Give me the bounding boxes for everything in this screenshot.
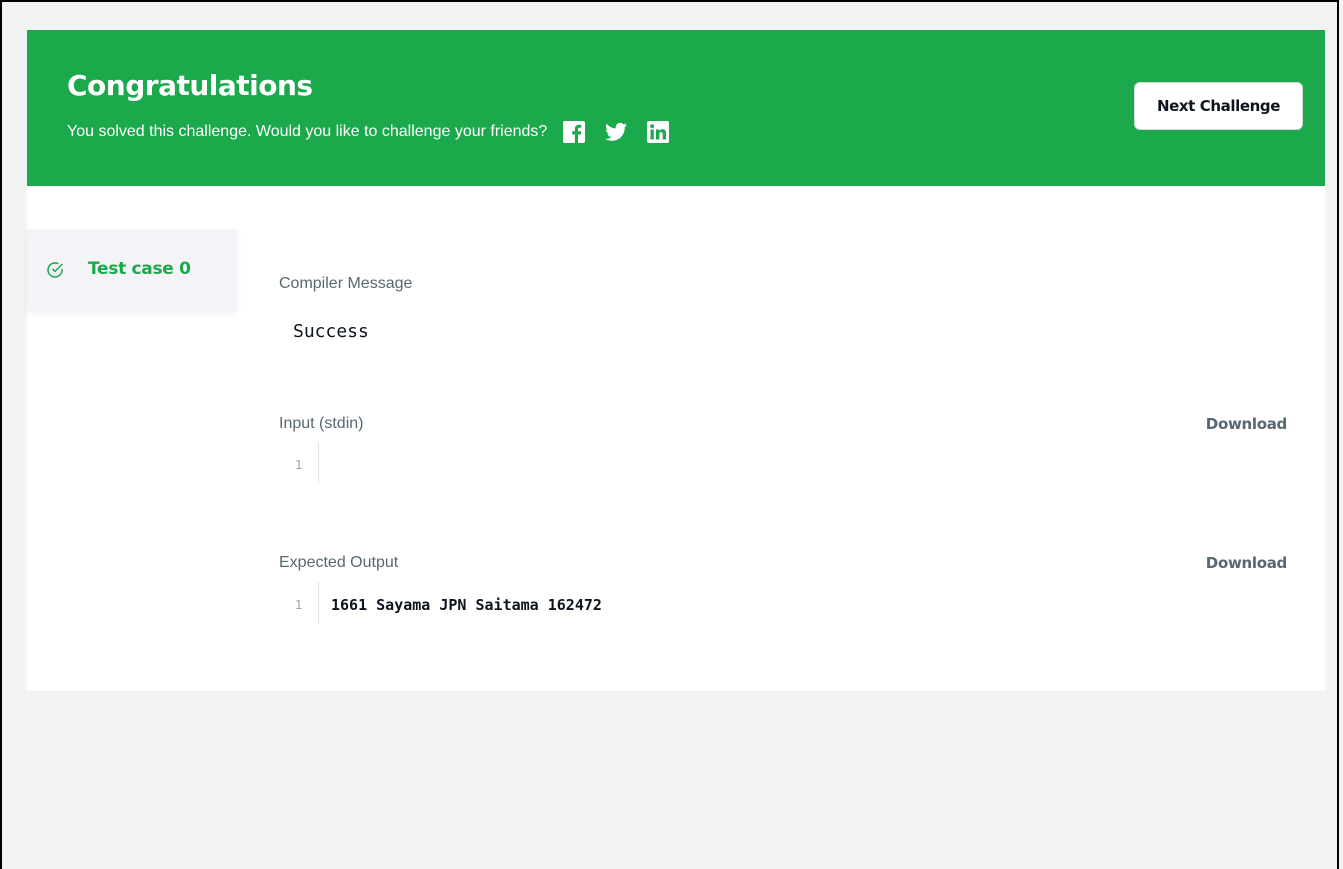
page-frame: Congratulations You solved this challeng…	[0, 0, 1339, 869]
input-code-block: 1	[279, 442, 1279, 484]
facebook-icon[interactable]	[563, 121, 586, 143]
code-line: 1661 Sayama JPN Saitama 162472	[331, 596, 602, 614]
line-number: 1	[279, 442, 319, 484]
social-share-icons	[563, 121, 670, 143]
banner-subtitle-row: You solved this challenge. Would you lik…	[67, 120, 670, 144]
linkedin-icon[interactable]	[647, 121, 670, 143]
input-label: Input (stdin)	[279, 415, 364, 432]
twitter-icon[interactable]	[605, 121, 628, 143]
expected-output-label: Expected Output	[279, 554, 399, 571]
tab-test-case-0[interactable]: Test case 0	[27, 229, 237, 311]
banner-subtitle: You solved this challenge. Would you lik…	[67, 123, 548, 140]
success-banner: Congratulations You solved this challeng…	[27, 30, 1325, 186]
input-download-link[interactable]: Download	[1206, 415, 1288, 433]
compiler-message-label: Compiler Message	[279, 275, 413, 292]
test-case-label: Test case 0	[88, 259, 191, 279]
banner-title: Congratulations	[67, 69, 313, 102]
next-challenge-button[interactable]: Next Challenge	[1134, 82, 1303, 130]
compiler-message-value: Success	[293, 321, 369, 342]
check-circle-icon	[46, 261, 64, 279]
expected-output-download-link[interactable]: Download	[1206, 554, 1288, 572]
results-panel: Test case 0 Compiler Message Success Inp…	[27, 186, 1325, 691]
expected-output-code-block: 1 1661 Sayama JPN Saitama 162472	[279, 582, 1279, 624]
line-number: 1	[279, 582, 319, 624]
